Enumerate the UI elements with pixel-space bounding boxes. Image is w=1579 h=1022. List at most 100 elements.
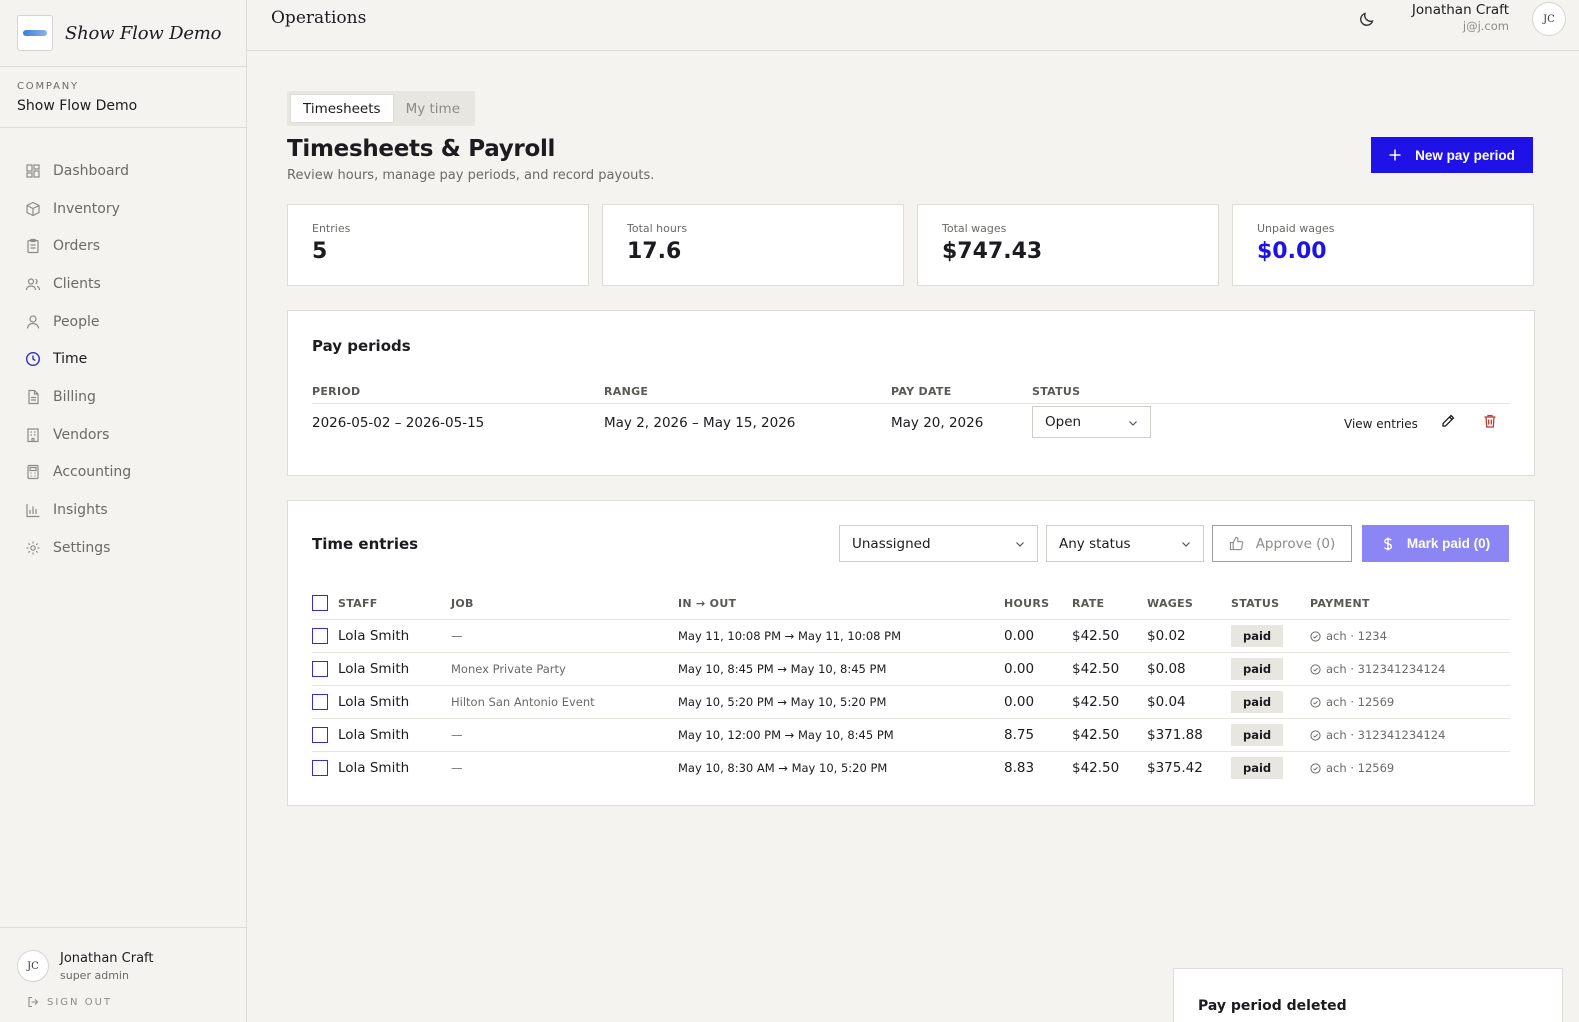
column-header-hours: HOURS <box>1004 597 1050 610</box>
page-section-title: Operations <box>271 8 367 28</box>
sidebar-item-time[interactable]: Time <box>0 340 246 378</box>
pencil-icon[interactable] <box>1440 413 1456 429</box>
row-checkbox[interactable] <box>312 760 328 776</box>
status-badge: paid <box>1231 691 1284 713</box>
job-cell: — <box>451 629 463 643</box>
sidebar-item-billing[interactable]: Billing <box>0 378 246 416</box>
avatar[interactable]: JC <box>1532 2 1566 36</box>
avatar[interactable]: JC <box>17 950 49 982</box>
row-checkbox[interactable] <box>312 628 328 644</box>
topbar: Operations Jonathan Craft j@j.com JC <box>247 0 1579 51</box>
column-header-range: RANGE <box>604 385 649 398</box>
company-label: COMPANY <box>17 81 79 92</box>
mark-paid-button[interactable]: Mark paid (0) <box>1362 525 1509 562</box>
rate-cell: $42.50 <box>1072 760 1120 776</box>
sidebar-item-orders[interactable]: Orders <box>0 227 246 265</box>
moon-icon[interactable] <box>1359 11 1375 27</box>
approve-label: Approve (0) <box>1255 535 1336 552</box>
bar-chart-icon <box>25 502 41 518</box>
hours-cell: 0.00 <box>1004 694 1035 710</box>
row-checkbox[interactable] <box>312 694 328 710</box>
stat-value: 5 <box>312 239 328 264</box>
mark-paid-label: Mark paid (0) <box>1406 536 1491 551</box>
rate-cell: $42.50 <box>1072 628 1120 644</box>
column-header-pay-date: PAY DATE <box>891 385 952 398</box>
staff-filter-select[interactable]: Unassigned <box>839 525 1038 562</box>
payment-cell: ach · 312341234124 <box>1310 728 1445 742</box>
sidebar-item-accounting[interactable]: Accounting <box>0 454 246 492</box>
stat-label: Unpaid wages <box>1257 222 1335 235</box>
row-checkbox[interactable] <box>312 661 328 677</box>
column-header-staff: STAFF <box>338 597 378 610</box>
wages-cell: $375.42 <box>1147 760 1203 776</box>
users-icon <box>25 276 41 292</box>
clock-icon <box>25 351 41 367</box>
trash-icon[interactable] <box>1482 413 1498 429</box>
tab-timesheets[interactable]: Timesheets <box>290 94 394 123</box>
staff-cell: Lola Smith <box>338 661 410 677</box>
job-cell: Hilton San Antonio Event <box>451 695 595 709</box>
table-row: 2026-05-02 – 2026-05-15 May 2, 2026 – Ma… <box>312 403 1510 447</box>
tab-bar: Timesheets My time <box>287 91 476 126</box>
row-checkbox[interactable] <box>312 727 328 743</box>
view-entries-link[interactable]: View entries <box>1344 417 1418 431</box>
stats-row: Entries 5 Total hours 17.6 Total wages $… <box>287 204 1535 286</box>
pay-periods-header: PERIOD RANGE PAY DATE STATUS <box>312 385 1510 401</box>
payment-cell: ach · 1234 <box>1310 629 1387 643</box>
approve-button[interactable]: Approve (0) <box>1212 525 1352 562</box>
sidebar-item-settings[interactable]: Settings <box>0 529 246 567</box>
company-name: Show Flow Demo <box>17 98 138 114</box>
table-row: Lola Smith — May 10, 8:30 AM → May 10, 5… <box>312 751 1510 784</box>
sidebar-item-label: People <box>53 313 100 330</box>
brand[interactable]: Show Flow Demo <box>0 0 246 67</box>
stat-value: $747.43 <box>942 239 1043 264</box>
sidebar-item-label: Billing <box>53 388 96 405</box>
sign-out-icon <box>27 996 39 1008</box>
status-select[interactable]: Open <box>1032 406 1151 438</box>
pay-periods-card: Pay periods PERIOD RANGE PAY DATE STATUS… <box>287 310 1535 476</box>
sidebar-item-insights[interactable]: Insights <box>0 491 246 529</box>
sidebar-item-inventory[interactable]: Inventory <box>0 190 246 228</box>
topbar-user-email: j@j.com <box>1462 19 1509 33</box>
stat-card-entries: Entries 5 <box>287 204 589 286</box>
table-row: Lola Smith — May 10, 12:00 PM → May 10, … <box>312 718 1510 751</box>
sidebar-item-people[interactable]: People <box>0 303 246 341</box>
column-header-period: PERIOD <box>312 385 361 398</box>
box-icon <box>25 201 41 217</box>
status-badge: paid <box>1231 658 1284 680</box>
new-pay-period-button[interactable]: New pay period <box>1371 137 1533 173</box>
status-badge: paid <box>1231 757 1284 779</box>
sidebar-item-vendors[interactable]: Vendors <box>0 416 246 454</box>
sidebar-item-label: Insights <box>53 502 108 519</box>
job-cell: Monex Private Party <box>451 662 566 676</box>
sidebar-item-label: Vendors <box>53 426 110 443</box>
sidebar: Show Flow Demo COMPANY Show Flow Demo Da… <box>0 0 247 1022</box>
wages-cell: $0.02 <box>1147 628 1186 644</box>
check-circle-icon <box>1310 663 1321 675</box>
topbar-user[interactable]: Jonathan Craft j@j.com <box>1412 2 1509 33</box>
payment-text: ach · 12569 <box>1326 761 1395 775</box>
sign-out-button[interactable]: SIGN OUT <box>17 996 229 1008</box>
gear-icon <box>25 540 41 556</box>
table-row: Lola Smith — May 11, 10:08 PM → May 11, … <box>312 619 1510 652</box>
page-title: Timesheets & Payroll <box>287 136 556 162</box>
sidebar-item-label: Clients <box>53 275 101 292</box>
rate-cell: $42.50 <box>1072 661 1120 677</box>
sidebar-item-label: Time <box>53 351 88 368</box>
brand-logo <box>17 15 53 51</box>
company-block: COMPANY Show Flow Demo <box>0 67 246 128</box>
stat-label: Total hours <box>627 222 688 235</box>
sidebar-item-dashboard[interactable]: Dashboard <box>0 152 246 190</box>
check-circle-icon <box>1310 762 1321 774</box>
table-row: Lola Smith Monex Private Party May 10, 8… <box>312 652 1510 685</box>
payment-cell: ach · 12569 <box>1310 695 1394 709</box>
column-header-rate: RATE <box>1072 597 1105 610</box>
tab-my-time[interactable]: My time <box>394 94 472 123</box>
pay-periods-title: Pay periods <box>312 337 411 355</box>
brand-name: Show Flow Demo <box>65 22 222 44</box>
select-all-checkbox[interactable] <box>312 595 328 611</box>
toast-notification: Pay period deleted <box>1173 968 1563 1022</box>
status-filter-select[interactable]: Any status <box>1046 525 1204 562</box>
sidebar-item-clients[interactable]: Clients <box>0 265 246 303</box>
time-entries-table: STAFF JOB IN → OUT HOURS RATE WAGES STAT… <box>312 593 1510 784</box>
